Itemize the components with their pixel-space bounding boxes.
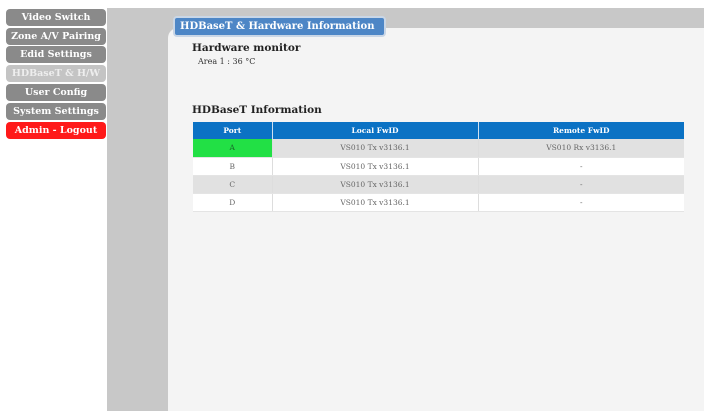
nav-user-config-button[interactable]: User Config <box>6 84 106 101</box>
remote-fwid-cell: - <box>478 157 684 176</box>
local-fwid-cell: VS010 Tx v3136.1 <box>272 193 479 212</box>
port-cell: C <box>193 175 273 194</box>
sidebar-nav: Video Switch Zone A/V Pairing Edid Setti… <box>0 0 110 411</box>
table-row: C VS010 Tx v3136.1 - <box>193 175 684 194</box>
nav-video-switch-button[interactable]: Video Switch <box>6 9 106 26</box>
nav-admin-logout-button[interactable]: Admin - Logout <box>6 122 106 139</box>
temperature-reading: Area 1 : 36 °C <box>198 57 256 66</box>
hardware-monitor-heading: Hardware monitor <box>192 42 301 54</box>
hdbaset-info-table: Port Local FwID Remote FwID A VS010 Tx v… <box>193 122 684 212</box>
nav-zone-av-pairing-button[interactable]: Zone A/V Pairing <box>6 28 106 45</box>
remote-fwid-cell: - <box>478 193 684 212</box>
port-cell-connected: A <box>193 139 273 158</box>
nav-system-settings-button[interactable]: System Settings <box>6 103 106 120</box>
column-header-remote-fwid: Remote FwID <box>478 122 684 139</box>
table-header-row: Port Local FwID Remote FwID <box>193 122 684 139</box>
local-fwid-cell: VS010 Tx v3136.1 <box>272 175 479 194</box>
port-cell: D <box>193 193 273 212</box>
nav-edid-settings-button[interactable]: Edid Settings <box>6 46 106 63</box>
local-fwid-cell: VS010 Tx v3136.1 <box>272 157 479 176</box>
remote-fwid-cell: VS010 Rx v3136.1 <box>478 139 684 158</box>
nav-hdbaset-hw-button[interactable]: HDBaseT & H/W <box>6 65 106 82</box>
local-fwid-cell: VS010 Tx v3136.1 <box>272 139 479 158</box>
port-cell: B <box>193 157 273 176</box>
table-row: B VS010 Tx v3136.1 - <box>193 157 684 176</box>
hdbaset-info-heading: HDBaseT Information <box>192 104 322 116</box>
table-row: A VS010 Tx v3136.1 VS010 Rx v3136.1 <box>193 139 684 158</box>
column-header-local-fwid: Local FwID <box>272 122 479 139</box>
remote-fwid-cell: - <box>478 175 684 194</box>
table-row: D VS010 Tx v3136.1 - <box>193 193 684 212</box>
info-panel <box>168 28 704 411</box>
panel-title-tab: HDBaseT & Hardware Information <box>173 16 386 37</box>
column-header-port: Port <box>193 122 273 139</box>
